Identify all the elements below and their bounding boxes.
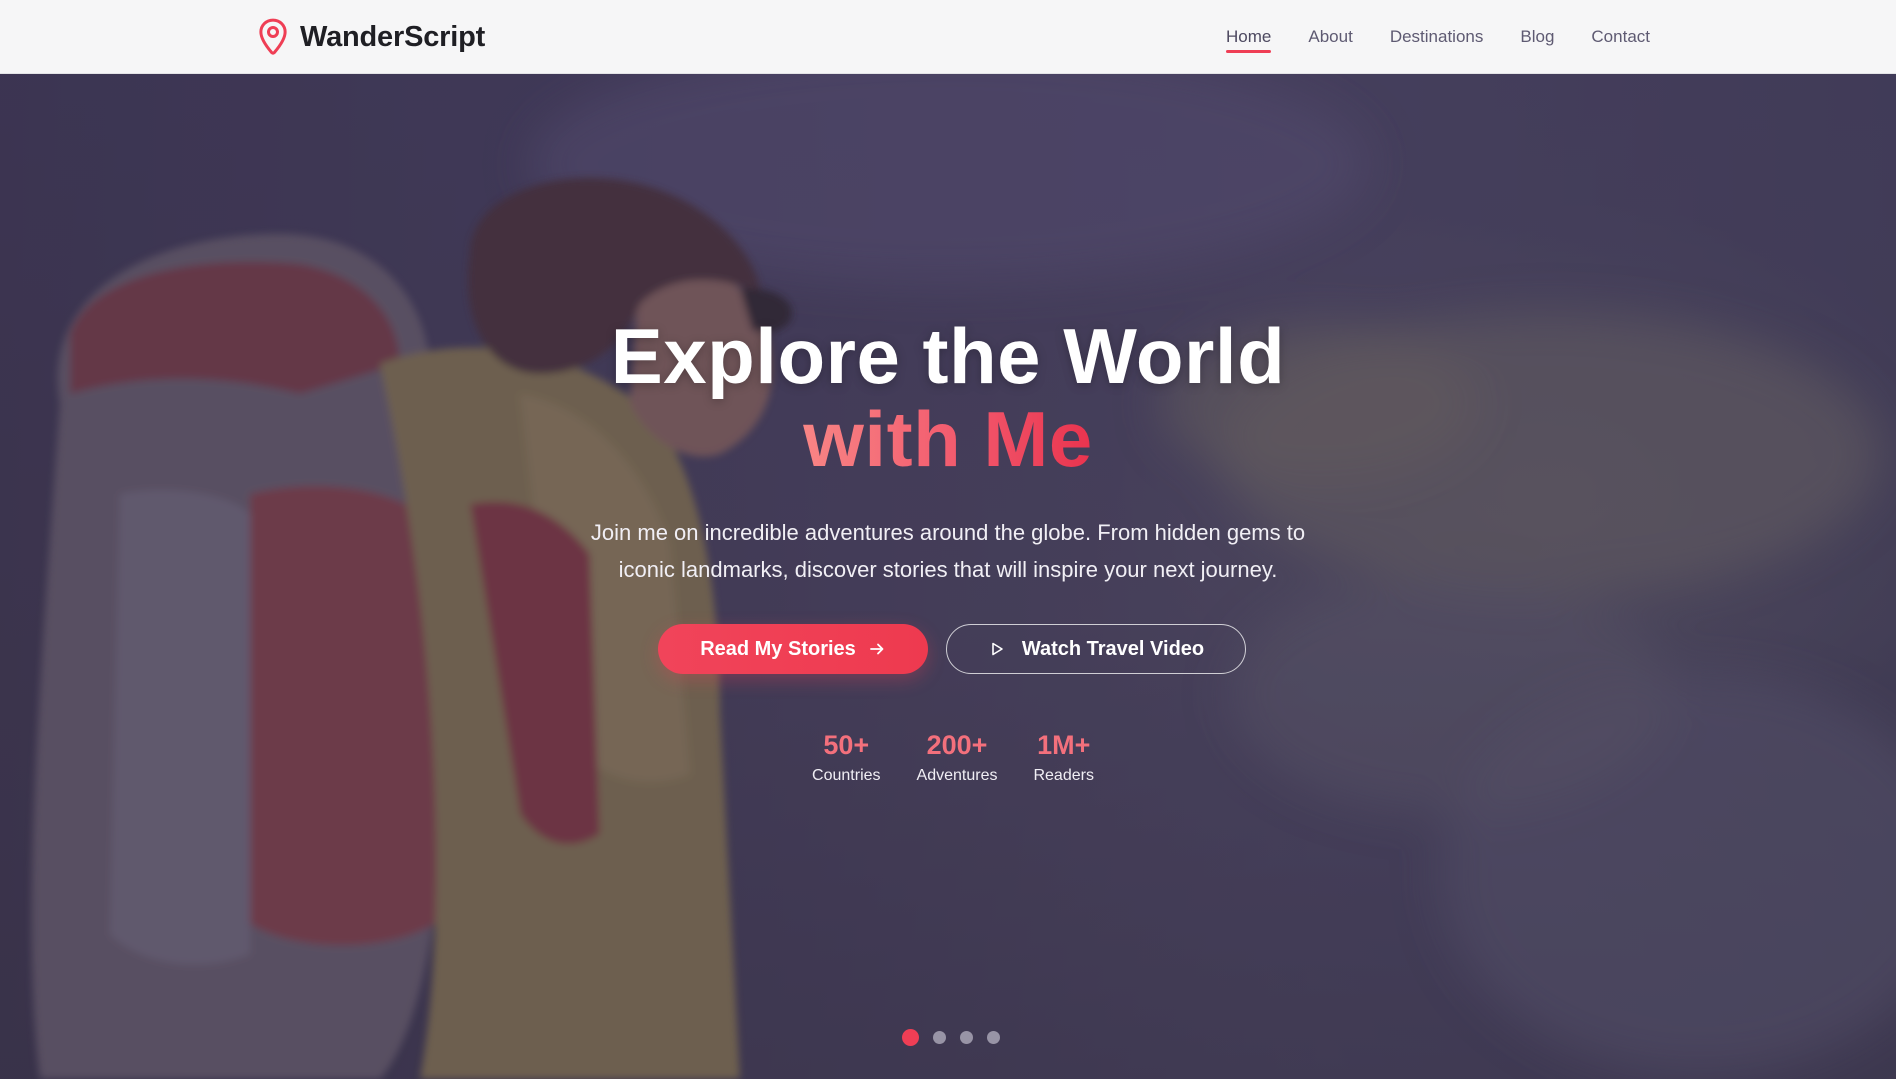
brand-name: WanderScript xyxy=(300,20,486,53)
nav-item-home[interactable]: Home xyxy=(1226,27,1272,53)
watch-video-button[interactable]: Watch Travel Video xyxy=(946,624,1246,674)
nav-item-destinations[interactable]: Destinations xyxy=(1390,27,1484,47)
hero-stats: 50+ Countries 200+ Adventures 1M+ Reader… xyxy=(0,729,1896,785)
hero-title-accent: with Me xyxy=(0,397,1896,481)
slide-dot-3[interactable] xyxy=(960,1031,973,1044)
stat-adventures: 200+ Adventures xyxy=(917,729,998,785)
slide-dot-2[interactable] xyxy=(933,1031,946,1044)
hero-title-accent-text: with Me xyxy=(803,395,1093,483)
nav-item-contact[interactable]: Contact xyxy=(1591,27,1650,47)
main-nav: Home About Destinations Blog Contact xyxy=(1226,0,1650,74)
hero-title: Explore the World xyxy=(610,312,1286,400)
hero-content: Explore the World with Me Join me on inc… xyxy=(0,74,1896,1079)
stat-countries: 50+ Countries xyxy=(812,729,880,785)
stat-label: Countries xyxy=(812,767,881,784)
hero-section: Explore the World with Me Join me on inc… xyxy=(0,74,1896,1079)
brand-logo[interactable]: WanderScript xyxy=(258,17,485,57)
stat-value: 200+ xyxy=(926,730,988,760)
nav-item-about[interactable]: About xyxy=(1308,27,1352,47)
watch-video-label: Watch Travel Video xyxy=(1021,637,1205,660)
stat-label: Adventures xyxy=(916,767,998,784)
slide-indicators xyxy=(902,1029,1000,1046)
slide-dot-4[interactable] xyxy=(987,1031,1000,1044)
nav-item-blog[interactable]: Blog xyxy=(1520,27,1554,47)
hero-actions: Read My Stories Watch Travel Video xyxy=(658,624,1246,674)
hero-subtitle: Join me on incredible adventures around … xyxy=(590,520,1306,582)
slide-dot-1[interactable] xyxy=(902,1029,919,1046)
stat-value: 1M+ xyxy=(1037,730,1091,760)
stat-label: Readers xyxy=(1033,767,1094,784)
stat-readers: 1M+ Readers xyxy=(1033,729,1093,785)
map-pin-icon xyxy=(259,18,287,55)
site-header: WanderScript Home About Destinations Blo… xyxy=(0,0,1896,74)
stat-value: 50+ xyxy=(823,730,870,760)
play-icon xyxy=(992,642,1003,656)
arrow-right-icon xyxy=(869,643,884,655)
read-stories-label: Read My Stories xyxy=(700,637,856,660)
read-stories-button[interactable]: Read My Stories xyxy=(658,624,928,674)
